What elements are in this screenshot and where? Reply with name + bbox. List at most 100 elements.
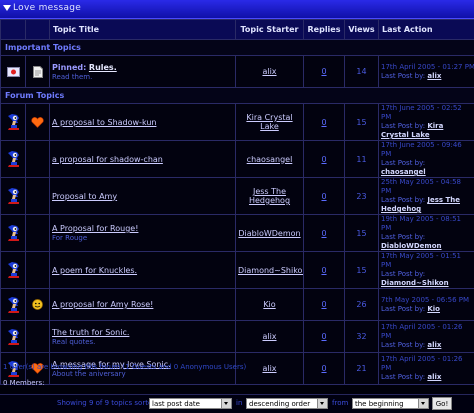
starter-cell: chaosangel xyxy=(236,141,304,178)
starter-link[interactable]: Kio xyxy=(263,300,275,309)
last-poster-link[interactable]: alix xyxy=(427,72,441,80)
starter-cell: Diamond~Shikon xyxy=(236,252,304,289)
title-cell: Proposal to Amy xyxy=(50,178,236,215)
topic-link[interactable]: A proposal for Amy Rose! xyxy=(52,300,153,309)
table-header-row: Topic Title Topic Starter Replies Views … xyxy=(1,20,474,40)
replies-link[interactable]: 0 xyxy=(321,229,326,238)
views-count: 15 xyxy=(356,229,366,238)
col-status xyxy=(1,20,26,40)
replies-link[interactable]: 0 xyxy=(321,192,326,201)
replies-cell: 0 xyxy=(304,56,345,88)
sonic-status-icon xyxy=(6,113,20,131)
go-button[interactable]: Go! xyxy=(432,397,452,410)
replies-link[interactable]: 0 xyxy=(321,300,326,309)
replies-link[interactable]: 0 xyxy=(321,155,326,164)
last-post-by-label: Last Post by: xyxy=(381,122,425,130)
pinned-label: Pinned: xyxy=(52,63,86,72)
starter-cell: Jess The Hedgehog xyxy=(236,178,304,215)
chevron-down-icon xyxy=(317,399,327,408)
topic-link[interactable]: The truth for Sonic. xyxy=(52,328,129,337)
members-text: 0 Members: xyxy=(3,379,44,387)
sort-by-select[interactable]: last post date xyxy=(149,398,232,409)
forum-title-bar: Love message xyxy=(0,0,474,19)
title-cell: A proposal to Shadow-kun xyxy=(50,104,236,141)
last-post-by-label: Last Post by: xyxy=(381,159,425,167)
last-action-date: 17th June 2005 - 09:46 PM xyxy=(381,141,472,159)
replies-link[interactable]: 0 xyxy=(321,332,326,341)
topic-table: Topic Title Topic Starter Replies Views … xyxy=(0,19,474,385)
pinned-type-cell xyxy=(26,56,50,88)
sort-order-select[interactable]: descending order xyxy=(246,398,328,409)
replies-cell: 0 xyxy=(304,252,345,289)
col-views[interactable]: Views xyxy=(345,20,379,40)
type-cell xyxy=(26,104,50,141)
time-range-select[interactable]: the beginning xyxy=(352,398,429,409)
last-poster-link[interactable]: DiabloWDemon xyxy=(381,242,442,250)
last-post-by-label: Last Post by: xyxy=(381,196,425,204)
views-cell: 14 xyxy=(345,56,379,88)
last-post-by: Last Post by: DiabloWDemon xyxy=(381,233,472,251)
last-action-date: 17th May 2005 - 01:51 PM xyxy=(381,252,472,270)
last-poster-link[interactable]: alix xyxy=(427,341,441,349)
topic-link[interactable]: Rules. xyxy=(89,63,117,72)
topic-link[interactable]: A poem for Knuckles. xyxy=(52,266,137,275)
views-count: 23 xyxy=(356,192,366,201)
last-poster-link[interactable]: chaosangel xyxy=(381,168,426,176)
col-replies[interactable]: Replies xyxy=(304,20,345,40)
starter-link[interactable]: chaosangel xyxy=(247,155,293,164)
starter-link[interactable]: alix xyxy=(262,67,276,76)
last-poster-link[interactable]: alix xyxy=(427,373,441,381)
starter-link[interactable]: DiabloWDemon xyxy=(238,229,300,238)
views-cell: 15 xyxy=(345,252,379,289)
sonic-status-icon xyxy=(6,328,20,346)
last-post-by: Last Post by: chaosangel xyxy=(381,159,472,177)
topic-link[interactable]: Proposal to Amy xyxy=(52,192,117,201)
starter-cell: Kio xyxy=(236,289,304,321)
sort-by-value: last post date xyxy=(152,400,200,408)
replies-link[interactable]: 0 xyxy=(321,364,326,373)
collapse-arrow-icon[interactable] xyxy=(3,5,11,11)
last-action-cell: 17th April 2005 - 01:27 PM Last Post by:… xyxy=(379,56,474,88)
last-poster-link[interactable]: Diamond~Shikon xyxy=(381,279,449,287)
sort-order-value: descending order xyxy=(249,400,310,408)
starter-link[interactable]: Kira Crystal Lake xyxy=(246,113,292,131)
replies-link[interactable]: 0 xyxy=(321,266,326,275)
sonic-status-icon xyxy=(6,296,20,314)
topic-link[interactable]: A Proposal for Rouge! xyxy=(52,224,138,233)
last-action-date: 17th April 2005 - 01:27 PM xyxy=(381,63,472,72)
replies-cell: 0 xyxy=(304,141,345,178)
topic-link[interactable]: a proposal for shadow-chan xyxy=(52,155,163,164)
col-topic-starter[interactable]: Topic Starter xyxy=(236,20,304,40)
topic-link[interactable]: A proposal to Shadow-kun xyxy=(52,118,156,127)
starter-link[interactable]: Diamond~Shikon xyxy=(238,266,304,275)
starter-link[interactable]: Jess The Hedgehog xyxy=(249,187,290,205)
table-row: A poem for Knuckles. Diamond~Shikon 0 15 17t… xyxy=(1,252,474,289)
last-action-date: 25th May 2005 - 04:58 PM xyxy=(381,178,472,196)
title-cell: a proposal for shadow-chan xyxy=(50,141,236,178)
views-count: 21 xyxy=(356,364,366,373)
section-label: Forum Topics xyxy=(1,88,474,104)
last-post-by-label: Last Post by: xyxy=(381,305,425,313)
views-cell: 23 xyxy=(345,178,379,215)
starter-link[interactable]: alix xyxy=(262,364,276,373)
document-icon xyxy=(33,66,43,78)
replies-cell: 0 xyxy=(304,178,345,215)
chevron-down-icon xyxy=(221,399,231,408)
topic-description: Real quotes. xyxy=(52,338,233,346)
views-count: 15 xyxy=(356,266,366,275)
replies-cell: 0 xyxy=(304,215,345,252)
last-post-by-label: Last Post by: xyxy=(381,373,425,381)
last-action-date: 7th May 2005 - 06:56 PM xyxy=(381,296,472,305)
starter-cell: alix xyxy=(236,56,304,88)
last-action-date: 17th June 2005 - 02:52 PM xyxy=(381,104,472,122)
replies-link[interactable]: 0 xyxy=(321,118,326,127)
col-last-action[interactable]: Last Action xyxy=(379,20,474,40)
col-topic-title[interactable]: Topic Title xyxy=(50,20,236,40)
status-cell xyxy=(1,252,26,289)
starter-link[interactable]: alix xyxy=(262,332,276,341)
views-count: 32 xyxy=(356,332,366,341)
last-poster-link[interactable]: Kio xyxy=(427,305,440,313)
replies-link[interactable]: 0 xyxy=(321,67,326,76)
type-cell xyxy=(26,141,50,178)
replies-cell: 0 xyxy=(304,289,345,321)
